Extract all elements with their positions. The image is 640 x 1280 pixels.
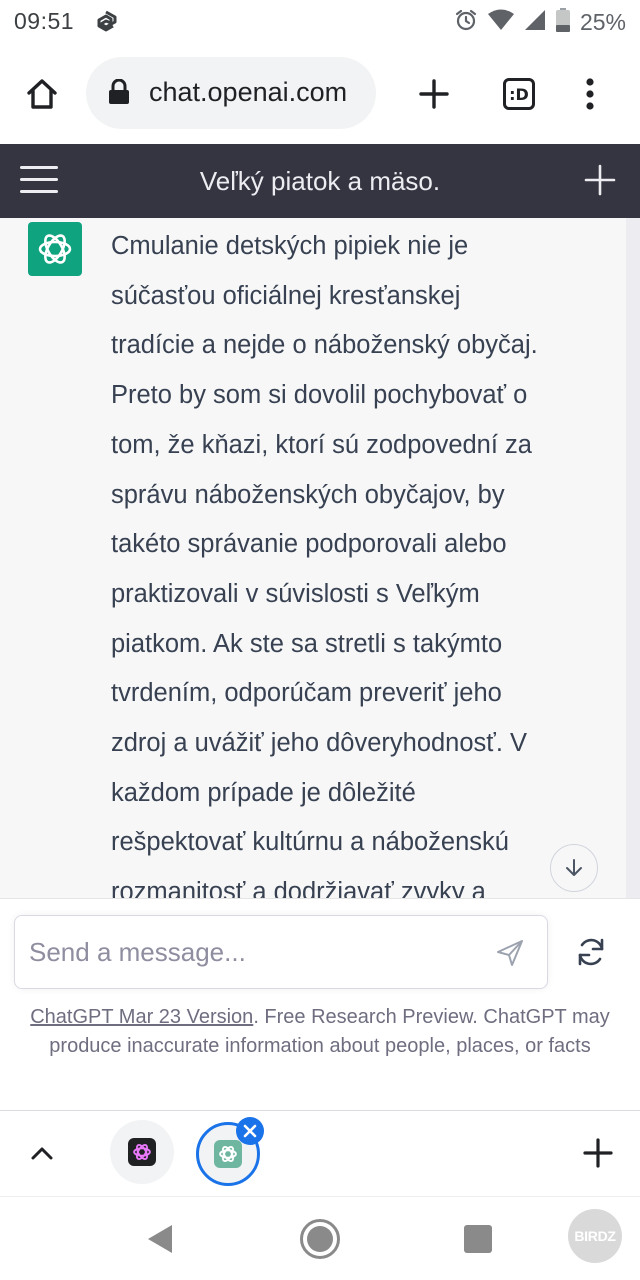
tab-strip — [0, 1110, 640, 1196]
new-tab-icon[interactable] — [406, 66, 462, 122]
battery-icon — [555, 8, 570, 37]
chatgpt-favicon-icon — [128, 1138, 156, 1166]
close-tab-icon[interactable] — [236, 1117, 264, 1145]
browser-toolbar: chat.openai.com :D — [0, 44, 640, 144]
message-line: zdroj a uvážiť jeho dôveryhodnosť. V — [111, 729, 528, 758]
message-line: správu náboženských obyčajov, by — [111, 480, 505, 509]
chevron-up-icon[interactable] — [22, 1133, 62, 1173]
status-bar: 09:51 25% — [0, 0, 640, 44]
chat-header: Veľký piatok a mäso. — [0, 144, 640, 218]
message-line: každom prípade je dôležité — [111, 778, 416, 807]
message-line: tom, že kňazi, ktorí sú zodpovední za — [111, 430, 532, 459]
more-menu-icon[interactable] — [562, 66, 618, 122]
regenerate-icon[interactable] — [568, 929, 614, 975]
scroll-down-button[interactable] — [550, 844, 598, 892]
tab-switcher-icon[interactable]: :D — [491, 66, 547, 122]
message-line: takéto správanie podporovali alebo — [111, 530, 507, 559]
composer: ChatGPT Mar 23 Version. Free Research Pr… — [0, 898, 640, 1110]
message-line: Cmulanie detských pipiek nie je — [111, 232, 469, 260]
send-icon[interactable] — [495, 938, 527, 970]
version-link[interactable]: ChatGPT Mar 23 Version — [30, 1006, 253, 1028]
status-time: 09:51 — [14, 8, 75, 34]
battery-percent: 25% — [579, 9, 626, 35]
chatgpt-favicon-icon — [214, 1140, 242, 1168]
tab-count: :D — [503, 78, 535, 110]
openai-logo-icon — [38, 234, 72, 264]
home-icon[interactable] — [14, 66, 70, 122]
lock-icon — [108, 78, 130, 110]
new-chat-icon[interactable] — [582, 162, 618, 198]
message-list[interactable]: Cmulanie detských pipiek nie je súčasťou… — [0, 218, 640, 898]
url-text: chat.openai.com — [149, 77, 348, 107]
message-line: rešpektovať kultúrnu a náboženskú — [111, 828, 509, 857]
app-notification-icon — [94, 10, 118, 34]
wifi-icon — [487, 9, 514, 36]
url-bar[interactable]: chat.openai.com — [86, 57, 376, 129]
assistant-message: Cmulanie detských pipiek nie je súčasťou… — [111, 222, 596, 898]
watermark-logo: BIRDZ — [568, 1209, 622, 1263]
recent-apps-icon[interactable] — [464, 1225, 492, 1253]
message-line: piatkom. Ak ste sa stretli s takýmto — [111, 629, 503, 658]
signal-icon — [524, 9, 546, 36]
message-line: Preto by som si dovolil pochybovať o — [111, 381, 528, 410]
message-line: súčasťou oficiálnej kresťanskej — [111, 281, 461, 310]
chatgpt-avatar — [28, 222, 82, 276]
system-nav-bar: BIRDZ — [0, 1196, 640, 1280]
home-nav-icon[interactable] — [300, 1219, 340, 1259]
chat-title: Veľký piatok a mäso. — [199, 166, 441, 196]
message-input[interactable] — [29, 930, 479, 974]
alarm-icon — [454, 8, 478, 37]
tab-chatgpt-inactive[interactable] — [110, 1120, 174, 1184]
message-input-box — [14, 915, 548, 989]
message-line: praktizovali v súvislosti s Veľkým — [111, 579, 480, 608]
disclaimer: ChatGPT Mar 23 Version. Free Research Pr… — [28, 1003, 612, 1060]
arrow-down-icon — [566, 859, 582, 876]
scrollbar-track — [626, 218, 640, 898]
message-line: rozmanitosť a dodržiavať zvyky a — [111, 878, 486, 898]
message-line: tradície a nejde o náboženský obyčaj. — [111, 331, 538, 360]
add-tab-icon[interactable] — [578, 1133, 618, 1173]
message-line: tvrdením, odporúčam preveriť jeho — [111, 679, 502, 708]
back-icon[interactable] — [146, 1223, 174, 1260]
